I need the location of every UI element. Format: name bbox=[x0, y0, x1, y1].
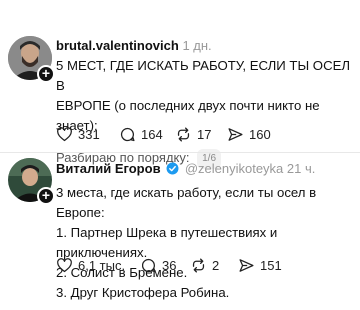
repost-icon bbox=[177, 127, 190, 142]
like-button[interactable]: 6,1 тыс. bbox=[56, 257, 140, 274]
post-divider bbox=[0, 152, 360, 153]
share-button[interactable]: 160 bbox=[227, 126, 271, 143]
post-header: Виталий Егоров @zelenyikoteyka 21 ч. bbox=[56, 160, 356, 177]
post-text: 3 места, где искать работу, если ты осел… bbox=[56, 183, 356, 303]
post-2: Виталий Егоров @zelenyikoteyka 21 ч. 3 м… bbox=[56, 160, 356, 303]
timestamp: 21 ч. bbox=[286, 161, 316, 176]
user-handle[interactable]: @zelenyikoteyka bbox=[185, 161, 283, 176]
username[interactable]: brutal.valentinovich bbox=[56, 38, 179, 53]
post-text: 5 МЕСТ, ГДЕ ИСКАТЬ РАБОТУ, ЕСЛИ ТЫ ОСЕЛ … bbox=[56, 56, 356, 136]
share-button[interactable]: 151 bbox=[238, 257, 282, 274]
comment-count: 36 bbox=[162, 258, 177, 273]
like-count: 6,1 тыс. bbox=[78, 258, 126, 273]
timestamp: 1 дн. bbox=[182, 38, 212, 53]
avatar-vitaliy-egorov[interactable]: + bbox=[8, 158, 55, 205]
send-icon bbox=[239, 259, 254, 272]
share-count: 160 bbox=[249, 127, 271, 142]
heart-icon bbox=[57, 127, 72, 142]
avatar-brutal-valentinovich[interactable]: + bbox=[8, 36, 55, 83]
repost-count: 17 bbox=[197, 127, 212, 142]
comment-count: 164 bbox=[141, 127, 163, 142]
post-2-actions: 6,1 тыс. 36 2 151 bbox=[56, 257, 282, 274]
post-text-line: 3 места, где искать работу, если ты осел… bbox=[56, 185, 317, 220]
post-text-line: 3. Друг Кристофера Робина. bbox=[56, 285, 230, 300]
verified-badge-icon bbox=[166, 162, 179, 175]
share-count: 151 bbox=[260, 258, 282, 273]
comment-bubble-icon bbox=[141, 258, 156, 273]
comment-bubble-icon bbox=[120, 127, 135, 142]
post-1: brutal.valentinovich 1 дн. 5 МЕСТ, ГДЕ И… bbox=[56, 37, 356, 169]
post-1-actions: 331 164 17 160 bbox=[56, 126, 271, 143]
send-icon bbox=[228, 128, 243, 141]
repost-button[interactable]: 2 bbox=[190, 257, 238, 274]
like-button[interactable]: 331 bbox=[56, 126, 119, 143]
comment-button[interactable]: 164 bbox=[119, 126, 175, 143]
post-text-line: 5 МЕСТ, ГДЕ ИСКАТЬ РАБОТУ, ЕСЛИ ТЫ ОСЕЛ … bbox=[56, 58, 351, 93]
comment-button[interactable]: 36 bbox=[140, 257, 190, 274]
repost-button[interactable]: 17 bbox=[175, 126, 227, 143]
repost-count: 2 bbox=[212, 258, 220, 273]
follow-plus-icon[interactable]: + bbox=[37, 65, 55, 83]
follow-plus-icon[interactable]: + bbox=[37, 187, 55, 205]
post-header: brutal.valentinovich 1 дн. bbox=[56, 37, 356, 54]
like-count: 331 bbox=[78, 127, 100, 142]
heart-icon bbox=[57, 258, 72, 273]
username[interactable]: Виталий Егоров bbox=[56, 161, 161, 176]
repost-icon bbox=[192, 258, 205, 273]
